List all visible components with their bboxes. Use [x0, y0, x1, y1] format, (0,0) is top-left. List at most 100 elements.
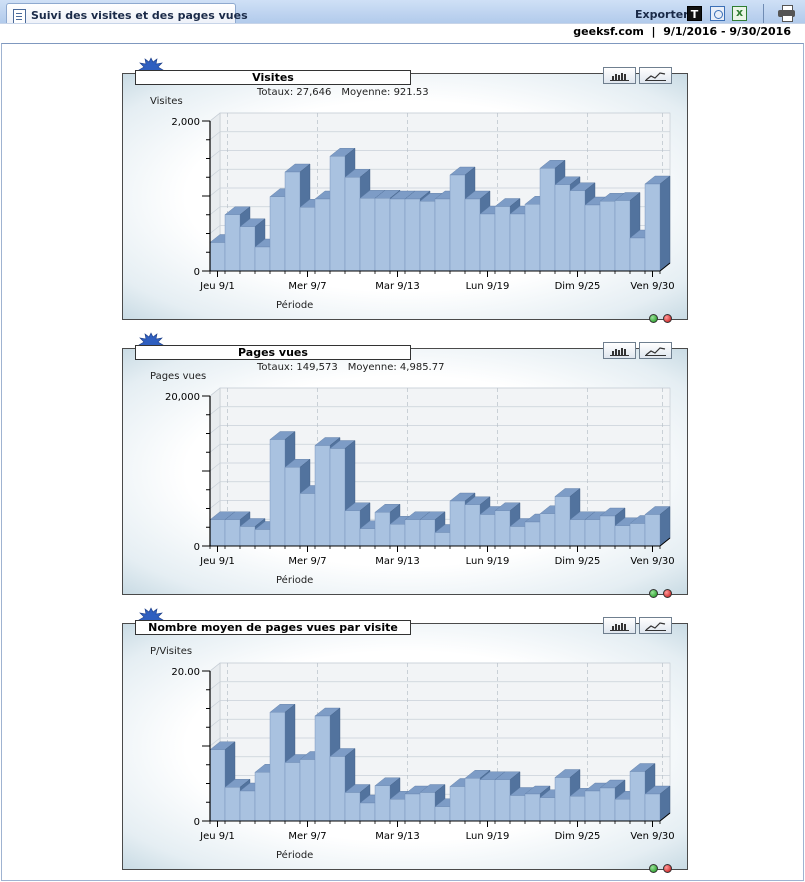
- bar-side: [659, 175, 671, 272]
- bar-front: [494, 206, 511, 272]
- bar-front: [374, 198, 391, 272]
- bar-front: [629, 771, 646, 822]
- bar-front: [419, 519, 436, 547]
- bar-front: [404, 793, 421, 822]
- status-green-dot[interactable]: [649, 314, 658, 323]
- line-chart-button[interactable]: [639, 617, 672, 634]
- chart-bar: [644, 175, 671, 272]
- x-tick-label: Dim 9/25: [555, 281, 601, 292]
- bar-front: [344, 792, 361, 822]
- bar-front: [464, 504, 481, 547]
- bar-front: [209, 519, 226, 547]
- bar-front: [479, 779, 496, 822]
- x-tick-label: Mer 9/7: [288, 556, 326, 567]
- bar-front: [599, 787, 616, 822]
- bar-front: [284, 467, 301, 547]
- export-excel-icon[interactable]: [732, 6, 747, 21]
- bar-front: [599, 201, 616, 272]
- line-chart-button[interactable]: [639, 67, 672, 84]
- chart-title: Visites: [135, 70, 411, 85]
- y-tick-label: 0: [194, 817, 200, 828]
- bar-chart-icon: [610, 73, 629, 81]
- y-tick-label: 20,000: [165, 392, 200, 403]
- bar-front: [494, 510, 511, 547]
- bar-front: [314, 445, 331, 547]
- x-tick-label: Lun 9/19: [466, 556, 510, 567]
- x-tick-label: Ven 9/30: [630, 281, 674, 292]
- bar-front: [614, 200, 631, 272]
- bar-front: [254, 772, 271, 822]
- bar-front: [524, 521, 541, 547]
- bar-front: [584, 790, 601, 822]
- print-icon[interactable]: [778, 5, 795, 22]
- bar-front: [224, 519, 241, 547]
- bar-front: [524, 204, 541, 272]
- bar-front: [209, 749, 226, 822]
- bar-front: [614, 525, 631, 547]
- x-tick-label: Lun 9/19: [466, 281, 510, 292]
- totals-value: Totaux: 149,573: [257, 362, 338, 373]
- bar-front: [269, 712, 286, 822]
- status-green-dot[interactable]: [649, 864, 658, 873]
- bar-front: [329, 756, 346, 822]
- bar-front: [524, 793, 541, 822]
- bar-front: [539, 797, 556, 822]
- export-word-icon[interactable]: [710, 6, 725, 21]
- bar-front: [269, 439, 286, 547]
- bar-front: [644, 183, 661, 272]
- bar-front: [479, 514, 496, 547]
- x-tick-label: Dim 9/25: [555, 556, 601, 567]
- bar-front: [269, 196, 286, 272]
- export-button[interactable]: Exporter: [635, 8, 689, 21]
- report-title: Suivi des visites et des pages vues: [31, 9, 248, 22]
- chart-visits: 2,000 0 Jeu 9/1 Mer 9/7 Mar 9/13 Lun 9/19 Dim …: [171, 112, 675, 292]
- x-tick-label: Jeu 9/1: [199, 281, 235, 292]
- bar-chart-button[interactable]: [603, 67, 636, 84]
- status-green-dot[interactable]: [649, 589, 658, 598]
- bar-front: [569, 519, 586, 547]
- bar-front: [419, 792, 436, 822]
- bar-front: [374, 785, 391, 822]
- bar-front: [584, 204, 601, 272]
- toolbar-divider: [763, 4, 764, 24]
- status-red-dot[interactable]: [663, 589, 672, 598]
- x-tick-label: Mer 9/7: [288, 831, 326, 842]
- bar-front: [209, 242, 226, 272]
- status-red-dot[interactable]: [663, 864, 672, 873]
- x-axis-label: Période: [276, 575, 314, 586]
- bar-front: [554, 184, 571, 272]
- bar-front: [464, 198, 481, 272]
- bar-front: [344, 510, 361, 547]
- bar-front: [599, 515, 616, 547]
- x-tick-label: Ven 9/30: [630, 556, 674, 567]
- bar-front: [239, 226, 256, 272]
- status-red-dot[interactable]: [663, 314, 672, 323]
- export-text-icon[interactable]: T: [687, 6, 702, 21]
- bar-front: [299, 759, 316, 822]
- bar-front: [329, 448, 346, 547]
- bar-front: [554, 496, 571, 547]
- bar-front: [554, 777, 571, 822]
- bar-front: [314, 715, 331, 822]
- chart-title: Nombre moyen de pages vues par visite: [135, 620, 411, 635]
- bar-front: [239, 790, 256, 822]
- bar-front: [629, 523, 646, 547]
- x-tick-label: Ven 9/30: [630, 831, 674, 842]
- bar-front: [494, 779, 511, 822]
- y-tick-label: 2,000: [171, 117, 200, 128]
- x-tick-label: Jeu 9/1: [199, 831, 235, 842]
- bar-chart-button[interactable]: [603, 617, 636, 634]
- line-chart-icon: [645, 72, 666, 81]
- x-tick-label: Mar 9/13: [375, 281, 420, 292]
- bar-front: [254, 529, 271, 547]
- line-chart-button[interactable]: [639, 342, 672, 359]
- bar-front: [449, 786, 466, 822]
- bar-front: [404, 198, 421, 272]
- bar-front: [344, 177, 361, 272]
- bar-front: [284, 171, 301, 272]
- bar-front: [509, 795, 526, 822]
- bar-front: [569, 190, 586, 272]
- y-tick-label: 20.00: [171, 667, 200, 678]
- bar-front: [299, 207, 316, 272]
- bar-chart-button[interactable]: [603, 342, 636, 359]
